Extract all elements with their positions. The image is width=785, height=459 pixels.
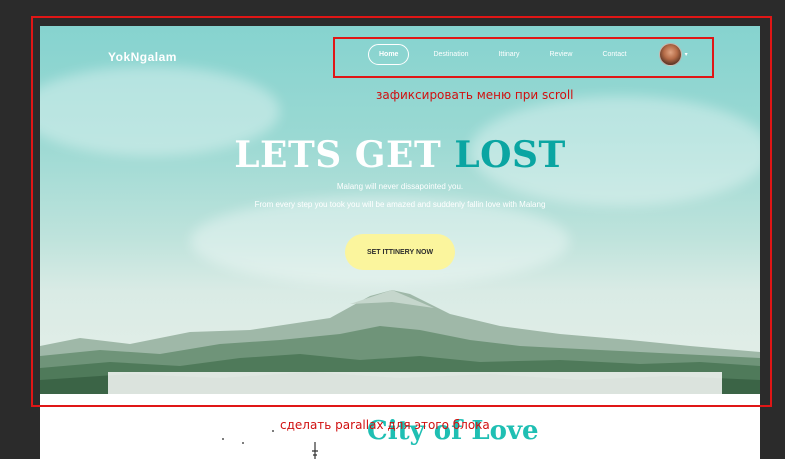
menu-annotation: зафиксировать меню при scroll bbox=[376, 88, 574, 102]
menu-outline bbox=[333, 37, 714, 78]
tower-icon bbox=[312, 442, 318, 459]
decoration-dot bbox=[222, 438, 224, 440]
decoration-dot bbox=[242, 442, 244, 444]
parallax-annotation: сделать parallax для этого блока bbox=[280, 418, 490, 432]
decoration-dot bbox=[272, 430, 274, 432]
